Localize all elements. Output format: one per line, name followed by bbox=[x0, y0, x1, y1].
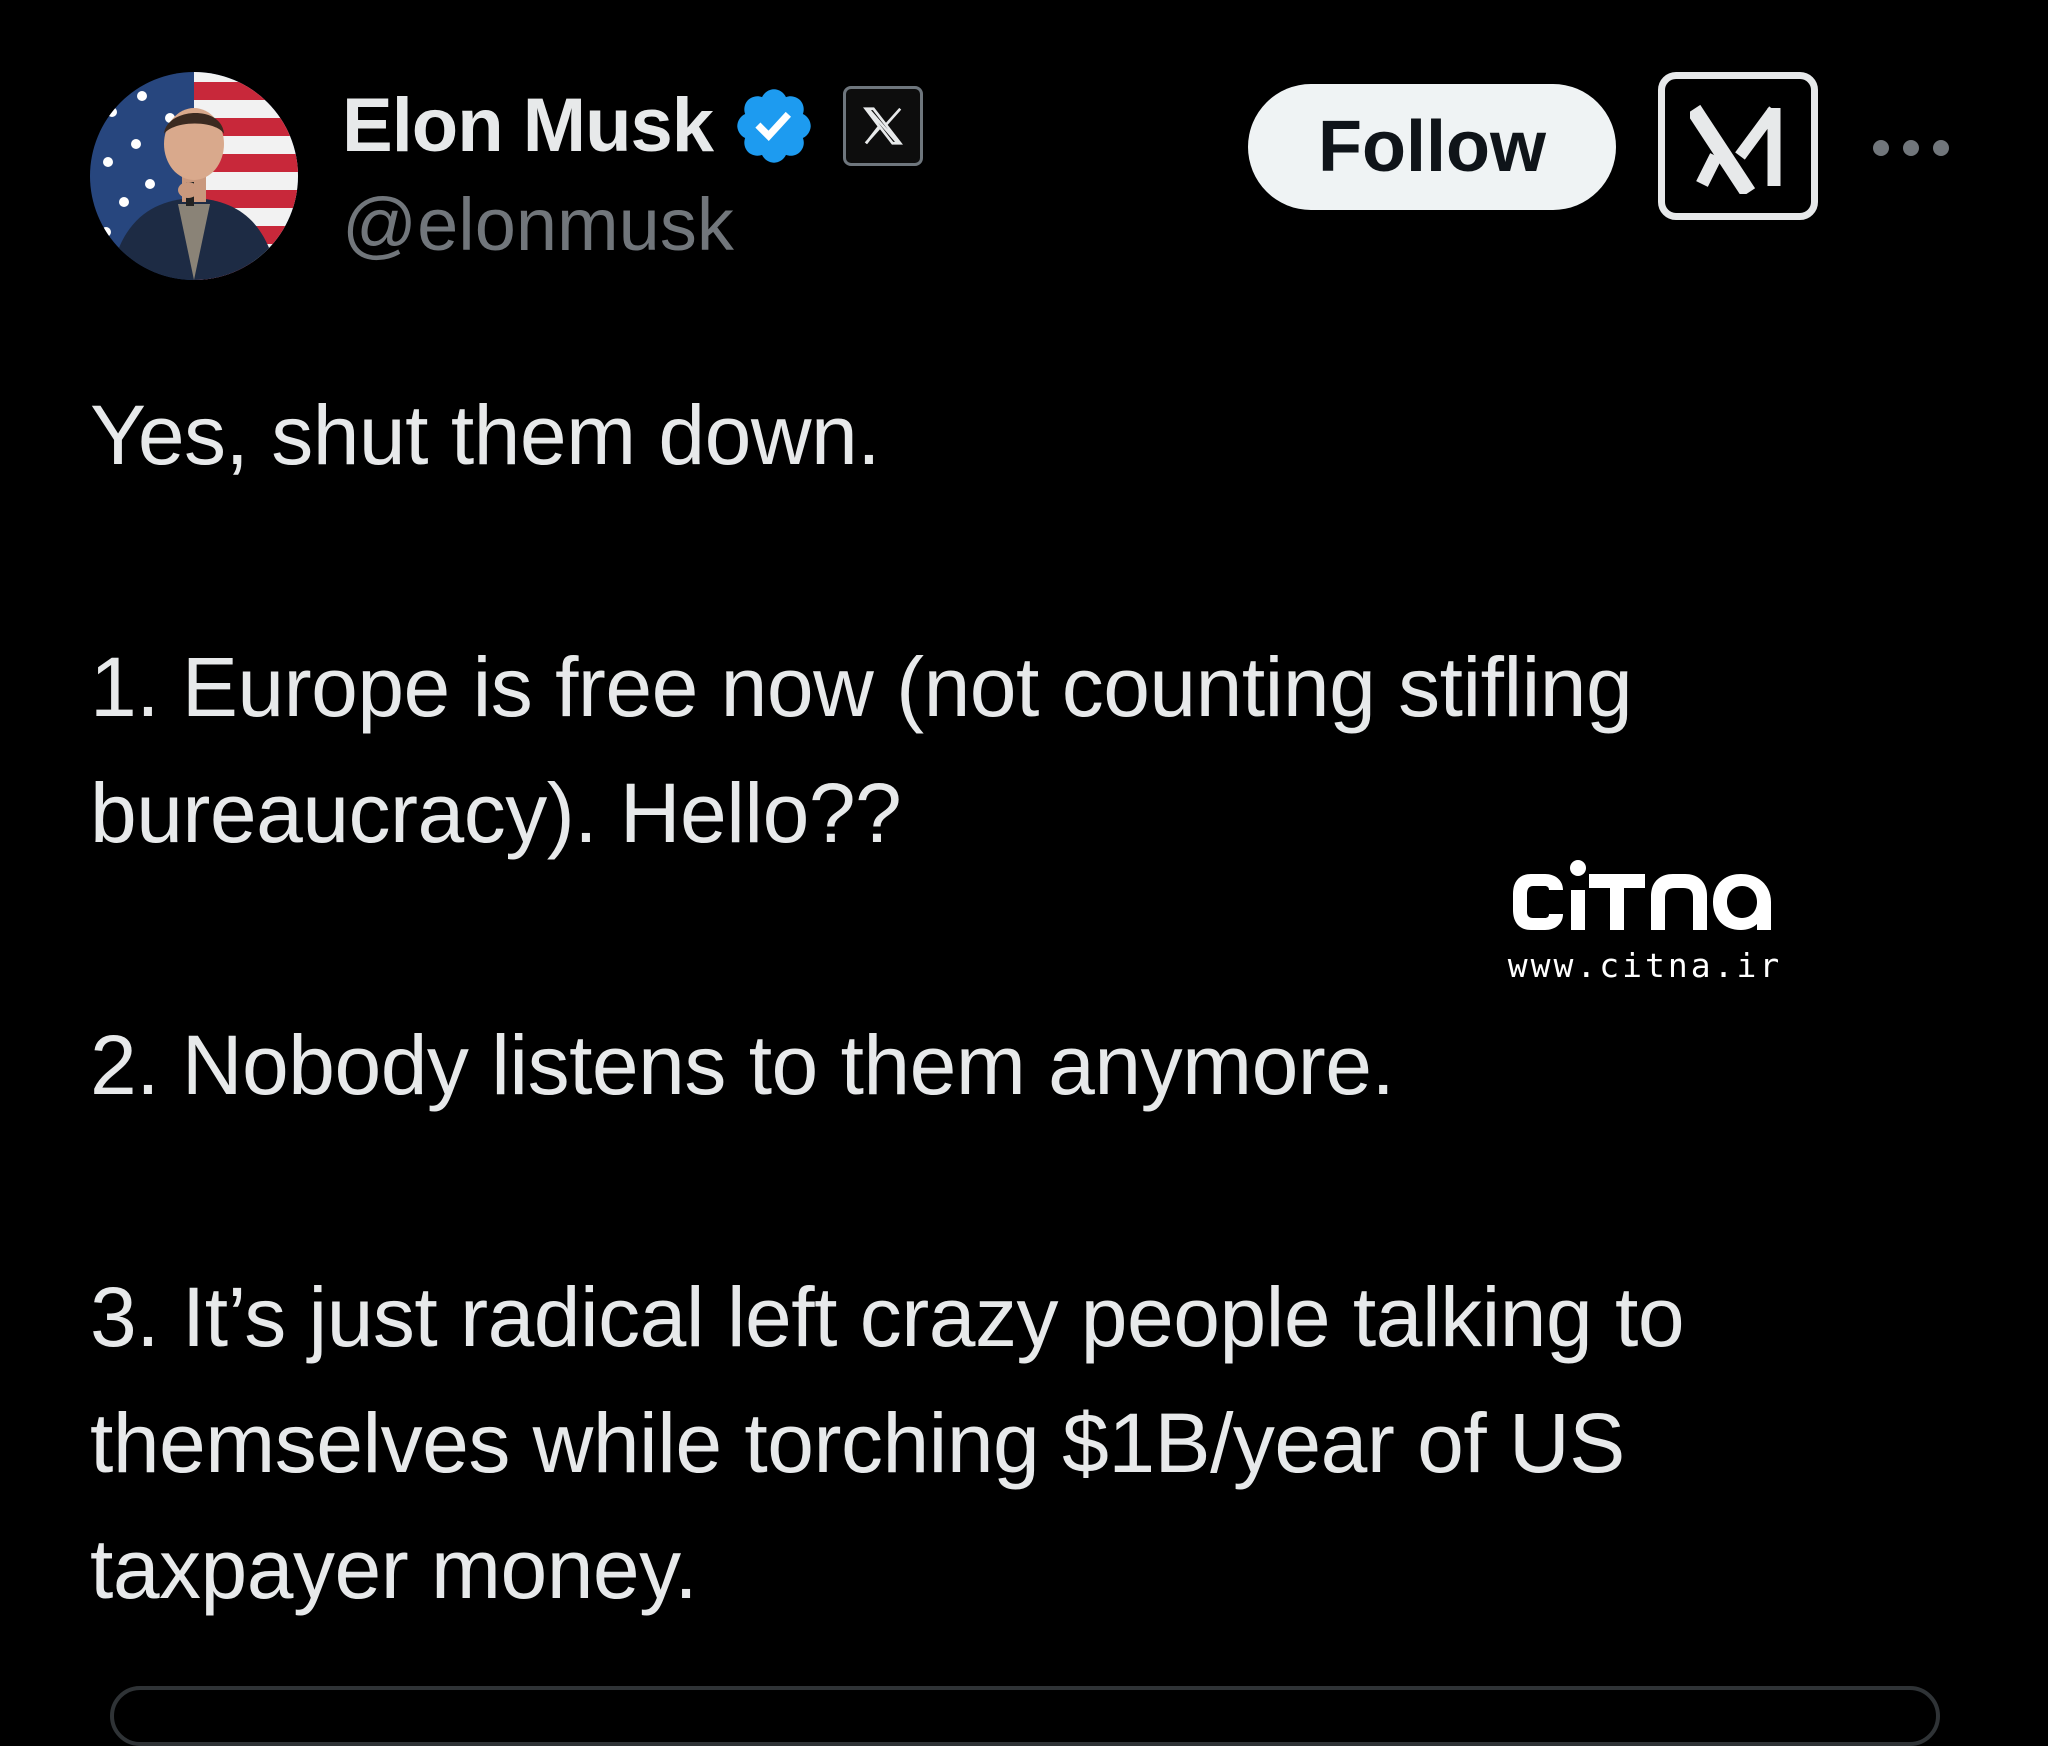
avatar[interactable] bbox=[90, 72, 298, 280]
tweet-line: taxpayer money. bbox=[90, 1522, 698, 1616]
tweet-text: Yes, shut them down. 1. Europe is free n… bbox=[90, 372, 1910, 1632]
grok-button[interactable] bbox=[1658, 72, 1818, 220]
tweet-line: 1. Europe is free now (not counting stif… bbox=[90, 640, 1633, 734]
follow-button[interactable]: Follow bbox=[1248, 84, 1616, 210]
tweet-line: Yes, shut them down. bbox=[90, 388, 881, 482]
grok-icon bbox=[1690, 104, 1781, 194]
verified-badge-icon[interactable] bbox=[731, 83, 817, 169]
tweet-line: themselves while torching $1B/year of US bbox=[90, 1396, 1625, 1490]
tweet-line: 2. Nobody listens to them anymore. bbox=[90, 1018, 1395, 1112]
more-dots-icon bbox=[1873, 140, 1949, 156]
next-card-edge bbox=[110, 1686, 1940, 1746]
display-name[interactable]: Elon Musk bbox=[342, 88, 714, 164]
author-handle[interactable]: @elonmusk bbox=[342, 188, 734, 262]
x-affiliate-badge-icon[interactable] bbox=[843, 86, 924, 166]
more-options-button[interactable] bbox=[1866, 118, 1956, 178]
author-name-row: Elon Musk bbox=[342, 76, 924, 176]
tweet-line: 3. It’s just radical left crazy people t… bbox=[90, 1270, 1685, 1364]
avatar-image bbox=[90, 72, 298, 280]
watermark-url: www.citna.ir bbox=[1507, 946, 1783, 985]
